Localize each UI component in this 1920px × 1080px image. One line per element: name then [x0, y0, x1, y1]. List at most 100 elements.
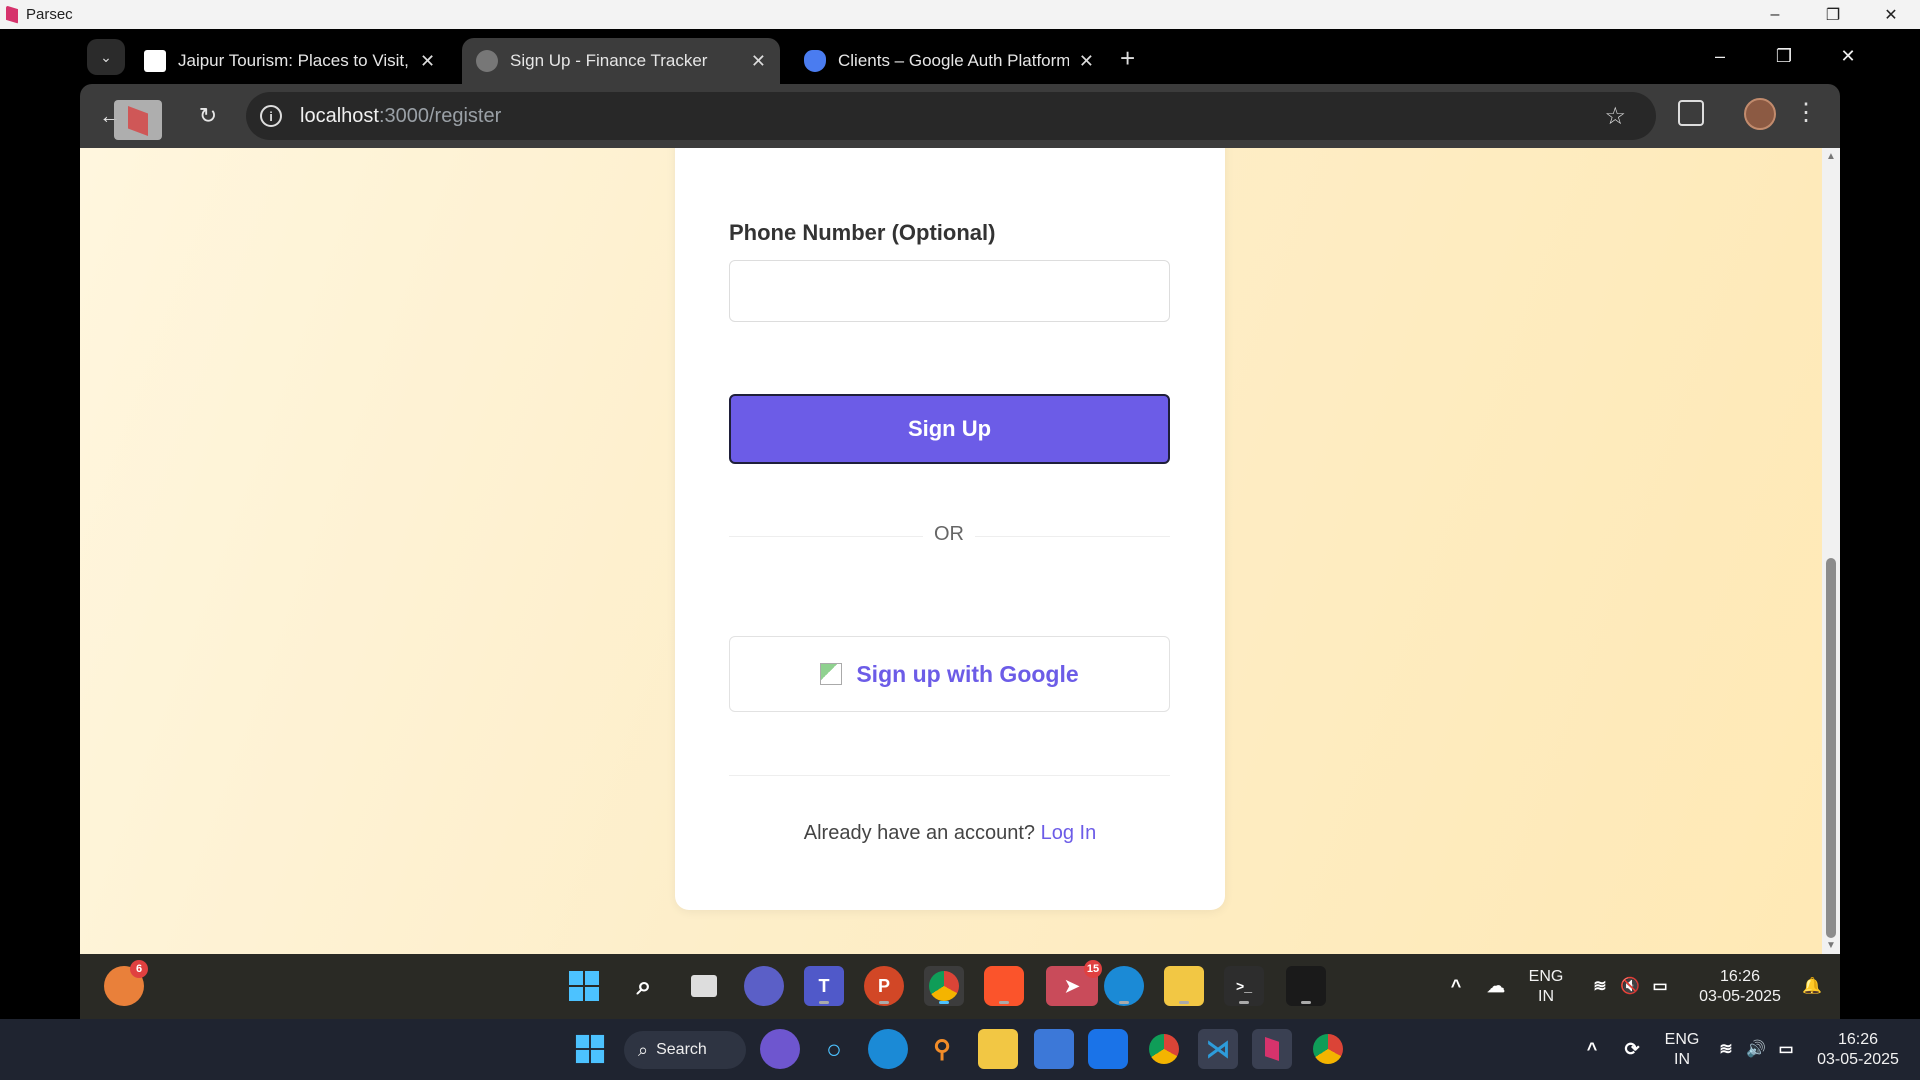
region-text: IN	[1538, 988, 1554, 1005]
new-tab-button[interactable]: +	[1120, 43, 1135, 74]
kebab-menu-icon[interactable]: ⋮	[1794, 98, 1818, 127]
task-view-icon[interactable]	[684, 966, 724, 1006]
lang-text: ENG	[1664, 1031, 1700, 1048]
close-tab-icon[interactable]: ✕	[420, 51, 435, 72]
broken-image-icon	[820, 663, 843, 685]
account-prompt-text: Already have an account?	[803, 822, 1036, 844]
reload-icon[interactable]: ↻	[192, 100, 224, 132]
store-icon[interactable]	[1034, 1029, 1074, 1069]
bookmark-star-icon[interactable]: ☆	[1604, 102, 1626, 131]
windows-start-icon[interactable]	[564, 966, 604, 1006]
tab-title: Clients – Google Auth Platform	[838, 51, 1069, 70]
phone-input[interactable]	[729, 260, 1170, 322]
restore-button[interactable]: ❐	[1752, 39, 1816, 73]
edge-icon[interactable]	[1104, 966, 1144, 1006]
language-indicator[interactable]: ENG IN	[1524, 967, 1568, 1007]
or-label: OR	[923, 523, 975, 546]
telegram-badge: 15	[1084, 960, 1102, 978]
chrome-icon[interactable]	[1144, 1029, 1184, 1069]
taskbar-search[interactable]: ⌕ Search	[624, 1031, 746, 1069]
tray-chevron-icon[interactable]: ^	[1572, 1029, 1612, 1069]
parsec-icon[interactable]	[1252, 1029, 1292, 1069]
windows-start-icon[interactable]	[570, 1029, 610, 1069]
battery-icon[interactable]: ▭	[1766, 1029, 1806, 1069]
date-text: 03-05-2025	[1699, 988, 1781, 1005]
sign-up-button[interactable]: Sign Up	[729, 394, 1170, 464]
clock[interactable]: 16:26 03-05-2025	[1806, 1030, 1910, 1070]
close-tab-icon[interactable]: ✕	[751, 51, 766, 72]
profile-avatar[interactable]	[1744, 98, 1776, 130]
scroll-down-arrow-icon[interactable]: ▼	[1826, 940, 1836, 951]
extensions-icon[interactable]	[1678, 100, 1704, 126]
login-prompt: Already have an account? Log In	[675, 822, 1225, 845]
chrome-profile-icon[interactable]	[1308, 1029, 1348, 1069]
search-icon: ⌕	[638, 1039, 649, 1060]
sync-icon[interactable]: ⟳	[1612, 1029, 1652, 1069]
time-text: 16:26	[1837, 1031, 1879, 1048]
chrome-icon[interactable]	[924, 966, 964, 1006]
scrollbar[interactable]: ▲ ▼	[1822, 148, 1840, 954]
time-text: 16:26	[1719, 968, 1761, 985]
scrollbar-thumb[interactable]	[1826, 558, 1836, 938]
tray-chevron-icon[interactable]: ^	[1436, 966, 1476, 1006]
brave-icon[interactable]	[984, 966, 1024, 1006]
close-window-button[interactable]: ✕	[1816, 39, 1880, 73]
parsec-close-button[interactable]: ✕	[1862, 0, 1920, 29]
tab-jaipur-tourism[interactable]: Jaipur Tourism: Places to Visit, S ✕	[130, 38, 455, 84]
parsec-logo-icon	[6, 5, 18, 24]
google-signup-button[interactable]: Sign up with Google	[729, 636, 1170, 712]
parsec-restore-button[interactable]: ❐	[1804, 0, 1862, 29]
powerpoint-icon[interactable]: P	[864, 966, 904, 1006]
battery-icon[interactable]: ▭	[1640, 966, 1680, 1006]
shield-favicon-icon	[804, 50, 826, 72]
search-icon[interactable]: ⌕	[624, 966, 664, 1006]
divider	[729, 775, 1170, 776]
tab-strip: ⌄ Jaipur Tourism: Places to Visit, S ✕ S…	[0, 29, 1920, 84]
globe-favicon-icon	[476, 50, 498, 72]
google-signup-label: Sign up with Google	[856, 660, 1079, 687]
date-text: 03-05-2025	[1817, 1051, 1899, 1068]
address-bar[interactable]: i localhost :3000/register	[246, 92, 1656, 140]
parsec-minimize-button[interactable]: –	[1746, 0, 1804, 29]
app-cube-icon[interactable]	[1286, 966, 1326, 1006]
region-text: IN	[1674, 1051, 1690, 1068]
weather-badge: 6	[130, 960, 148, 978]
site-info-icon[interactable]: i	[260, 105, 282, 127]
search-label: Search	[656, 1041, 707, 1058]
teams-icon[interactable]: T	[804, 966, 844, 1006]
signup-card: Phone Number (Optional) Sign Up OR Sign …	[675, 148, 1225, 910]
file-explorer-icon[interactable]	[978, 1029, 1018, 1069]
phone-label: Phone Number (Optional)	[729, 220, 996, 245]
notes-app-icon[interactable]	[1088, 1029, 1128, 1069]
vscode-icon[interactable]: ⋊	[1198, 1029, 1238, 1069]
local-taskbar: ⌕ Search ○ ⚲ ⋊ ^ ⟳ ENG IN ≋ 🔊 ▭ 16:26 03…	[0, 1019, 1920, 1080]
clock[interactable]: 16:26 03-05-2025	[1690, 967, 1790, 1007]
meet-icon[interactable]	[744, 966, 784, 1006]
tab-title: Sign Up - Finance Tracker	[510, 51, 708, 70]
terminal-icon[interactable]: >_	[1224, 966, 1264, 1006]
notification-bell-icon[interactable]: 🔔	[1792, 966, 1832, 1006]
minimize-button[interactable]: –	[1688, 39, 1752, 73]
telegram-icon[interactable]: ➤ 15	[1046, 960, 1102, 1006]
tab-sign-up[interactable]: Sign Up - Finance Tracker ✕	[462, 38, 780, 84]
language-indicator[interactable]: ENG IN	[1660, 1030, 1704, 1070]
close-tab-icon[interactable]: ✕	[1079, 51, 1094, 72]
cortana-icon[interactable]: ○	[814, 1029, 854, 1069]
copilot-icon[interactable]	[760, 1029, 800, 1069]
address-path: :3000/register	[378, 104, 502, 127]
login-link[interactable]: Log In	[1041, 822, 1097, 844]
scroll-up-arrow-icon[interactable]: ▲	[1826, 151, 1836, 162]
jaipur-favicon-icon	[144, 50, 166, 72]
file-explorer-icon[interactable]	[1164, 966, 1204, 1006]
weather-icon[interactable]: 6	[104, 960, 148, 1006]
remote-taskbar: 6 ⌕ T P ➤ 15 >_ ^ ☁ ENG IN ≋ 🔇 ▭ 16:26 03…	[80, 954, 1840, 1019]
tab-search-button[interactable]: ⌄	[87, 39, 125, 75]
parsec-overlay-icon[interactable]	[114, 100, 162, 140]
browser-toolbar: ← ↻ i localhost :3000/register ☆ ⋮	[80, 84, 1840, 148]
tab-title: Jaipur Tourism: Places to Visit, S	[178, 51, 410, 70]
address-host: localhost	[300, 104, 379, 127]
edge-icon[interactable]	[868, 1029, 908, 1069]
onedrive-icon[interactable]: ☁	[1476, 966, 1516, 1006]
magnifier-icon[interactable]: ⚲	[922, 1029, 962, 1069]
tab-google-auth[interactable]: Clients – Google Auth Platform ✕	[790, 38, 1108, 84]
